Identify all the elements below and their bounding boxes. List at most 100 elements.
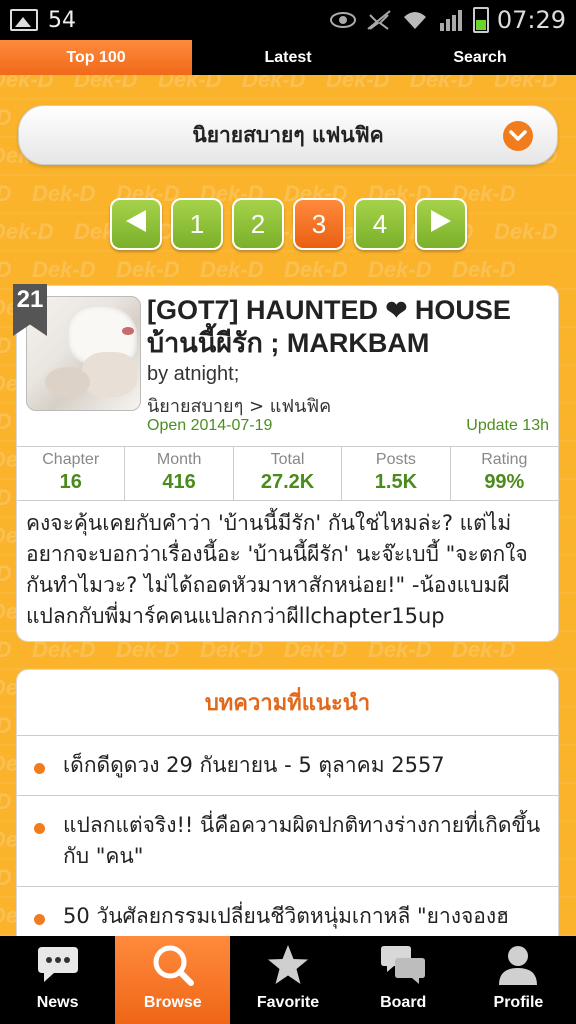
- main-content[interactable]: Dek-D Dek-D Dek-D Dek-D Dek-D Dek-D Dek-D Dek-D…: [0, 75, 576, 936]
- notification-count: 54: [48, 7, 76, 33]
- nav-label: Favorite: [256, 994, 320, 1011]
- stat-value: 416: [162, 471, 196, 493]
- chevron-down-icon[interactable]: [503, 121, 533, 151]
- watermark-text: Dek-D: [0, 485, 12, 511]
- watermark-text: Dek-D: [0, 789, 12, 815]
- watermark-text: Dek-D: [0, 181, 12, 207]
- eye-icon: [329, 9, 357, 31]
- story-category-path: นิยายสบายๆ > แฟนฟิค: [147, 396, 332, 417]
- page-3-button[interactable]: 3: [293, 198, 345, 250]
- stat-label: Chapter: [42, 451, 100, 468]
- status-bar: 54 07:29: [0, 0, 576, 40]
- bullet-icon: [34, 763, 45, 774]
- watermark-text: Dek-D: [0, 637, 12, 663]
- watermark-text: Dek-D: [0, 561, 12, 587]
- stat-month: Month 416: [125, 447, 234, 500]
- watermark-text: Dek-D: [0, 257, 12, 283]
- nav-label: News: [36, 994, 79, 1011]
- watermark-text: Dek-D: [0, 105, 12, 131]
- watermark-text: Dek-D: [158, 75, 222, 92]
- category-label: นิยายสบายๆ แฟนฟิค: [192, 122, 384, 147]
- bottom-nav: News Browse Favorite Board Profile: [0, 936, 576, 1024]
- bullet-icon: [34, 914, 45, 925]
- story-open-date: Open 2014-07-19: [147, 417, 273, 434]
- stat-total: Total 27.2K: [234, 447, 343, 500]
- recommended-articles: บทความที่แนะนำ เด็กดีดูดวง 29 กันยายน - …: [16, 669, 559, 936]
- nav-favorite[interactable]: Favorite: [230, 936, 345, 1024]
- star-icon: [265, 942, 311, 988]
- speech-bubble-icon: [35, 942, 81, 988]
- stat-value: 16: [59, 471, 82, 493]
- stat-label: Rating: [481, 451, 528, 468]
- story-card[interactable]: 21 [GOT7] HAUNTED ❤ HOUSE บ้านนี้ผีรัก ;…: [13, 284, 559, 642]
- stat-value: 27.2K: [260, 471, 315, 493]
- tab-search[interactable]: Search: [384, 40, 576, 75]
- left-arrow-icon: [124, 208, 148, 241]
- story-title-line2: บ้านนี้ผีรัก ; MARKBAM: [147, 328, 430, 358]
- stat-label: Month: [156, 451, 202, 468]
- article-title: แปลกแต่จริง!! นี่คือความผิดปกติทางร่างกา…: [63, 813, 541, 868]
- stat-value: 1.5K: [374, 471, 418, 493]
- watermark-text: Dek-D: [452, 257, 516, 282]
- watermark-text: Dek-D: [368, 257, 432, 282]
- stat-posts: Posts 1.5K: [342, 447, 451, 500]
- bullet-icon: [34, 823, 45, 834]
- watermark-text: Dek-D: [494, 75, 558, 92]
- nav-label: Profile: [493, 994, 544, 1011]
- no-signal-icon: [365, 9, 393, 31]
- nav-label: Board: [380, 994, 427, 1011]
- stat-rating: Rating 99%: [451, 447, 558, 500]
- search-icon: [150, 942, 196, 988]
- article-title: 50 วันศัลยกรรมเปลี่ยนชีวิตหนุ่มเกาหลี "ย…: [63, 904, 509, 936]
- nav-board[interactable]: Board: [346, 936, 461, 1024]
- list-item[interactable]: แปลกแต่จริง!! นี่คือความผิดปกติทางร่างกา…: [17, 796, 558, 887]
- watermark-text: Dek-D: [0, 219, 54, 244]
- gallery-notification-icon: [10, 9, 38, 31]
- category-dropdown[interactable]: นิยายสบายๆ แฟนฟิค: [18, 105, 558, 165]
- story-stats: Chapter 16 Month 416 Total 27.2K Posts 1…: [17, 446, 558, 501]
- heart-icon: ❤: [385, 295, 408, 325]
- watermark-text: Dek-D: [410, 75, 474, 92]
- list-item[interactable]: เด็กดีดูดวง 29 กันยายน - 5 ตุลาคม 2557: [17, 736, 558, 796]
- tab-latest[interactable]: Latest: [192, 40, 384, 75]
- story-title-part1: [GOT7] HAUNTED: [147, 295, 378, 325]
- story-author[interactable]: by atnight;: [147, 363, 239, 386]
- story-update-time: Update 13h: [466, 417, 549, 434]
- watermark-text: Dek-D: [32, 181, 96, 206]
- wifi-icon: [401, 9, 429, 31]
- top-tabs: Top 100 Latest Search: [0, 40, 576, 75]
- watermark-text: Dek-D: [74, 75, 138, 92]
- watermark-text: Dek-D: [0, 409, 12, 435]
- clock: 07:29: [496, 6, 566, 34]
- user-icon: [495, 942, 541, 988]
- watermark-text: Dek-D: [0, 865, 12, 891]
- nav-news[interactable]: News: [0, 936, 115, 1024]
- battery-icon: [472, 7, 489, 33]
- watermark-text: Dek-D: [116, 257, 180, 282]
- chat-bubbles-icon: [380, 942, 426, 988]
- nav-label: Browse: [143, 994, 202, 1011]
- recommended-title: บทความที่แนะนำ: [17, 670, 558, 736]
- story-title[interactable]: [GOT7] HAUNTED ❤ HOUSE บ้านนี้ผีรัก ; MA…: [147, 294, 547, 360]
- next-page-button[interactable]: [415, 198, 467, 250]
- story-title-part2: HOUSE: [414, 295, 511, 325]
- article-title: เด็กดีดูดวง 29 กันยายน - 5 ตุลาคม 2557: [63, 753, 445, 777]
- page-2-button[interactable]: 2: [232, 198, 284, 250]
- watermark-text: Dek-D: [494, 219, 558, 244]
- nav-profile[interactable]: Profile: [461, 936, 576, 1024]
- watermark-text: Dek-D: [284, 257, 348, 282]
- watermark-text: Dek-D: [32, 257, 96, 282]
- list-item[interactable]: 50 วันศัลยกรรมเปลี่ยนชีวิตหนุ่มเกาหลี "ย…: [17, 887, 558, 936]
- nav-browse[interactable]: Browse: [115, 936, 231, 1024]
- pagination: 1 2 3 4: [110, 198, 467, 250]
- watermark-text: Dek-D: [0, 75, 54, 92]
- stat-chapter: Chapter 16: [17, 447, 126, 500]
- watermark-text: Dek-D: [200, 257, 264, 282]
- stat-label: Total: [270, 451, 305, 468]
- stat-label: Posts: [375, 451, 416, 468]
- stat-value: 99%: [484, 471, 525, 493]
- tab-top-100[interactable]: Top 100: [0, 40, 192, 75]
- page-1-button[interactable]: 1: [171, 198, 223, 250]
- prev-page-button[interactable]: [110, 198, 162, 250]
- page-4-button[interactable]: 4: [354, 198, 406, 250]
